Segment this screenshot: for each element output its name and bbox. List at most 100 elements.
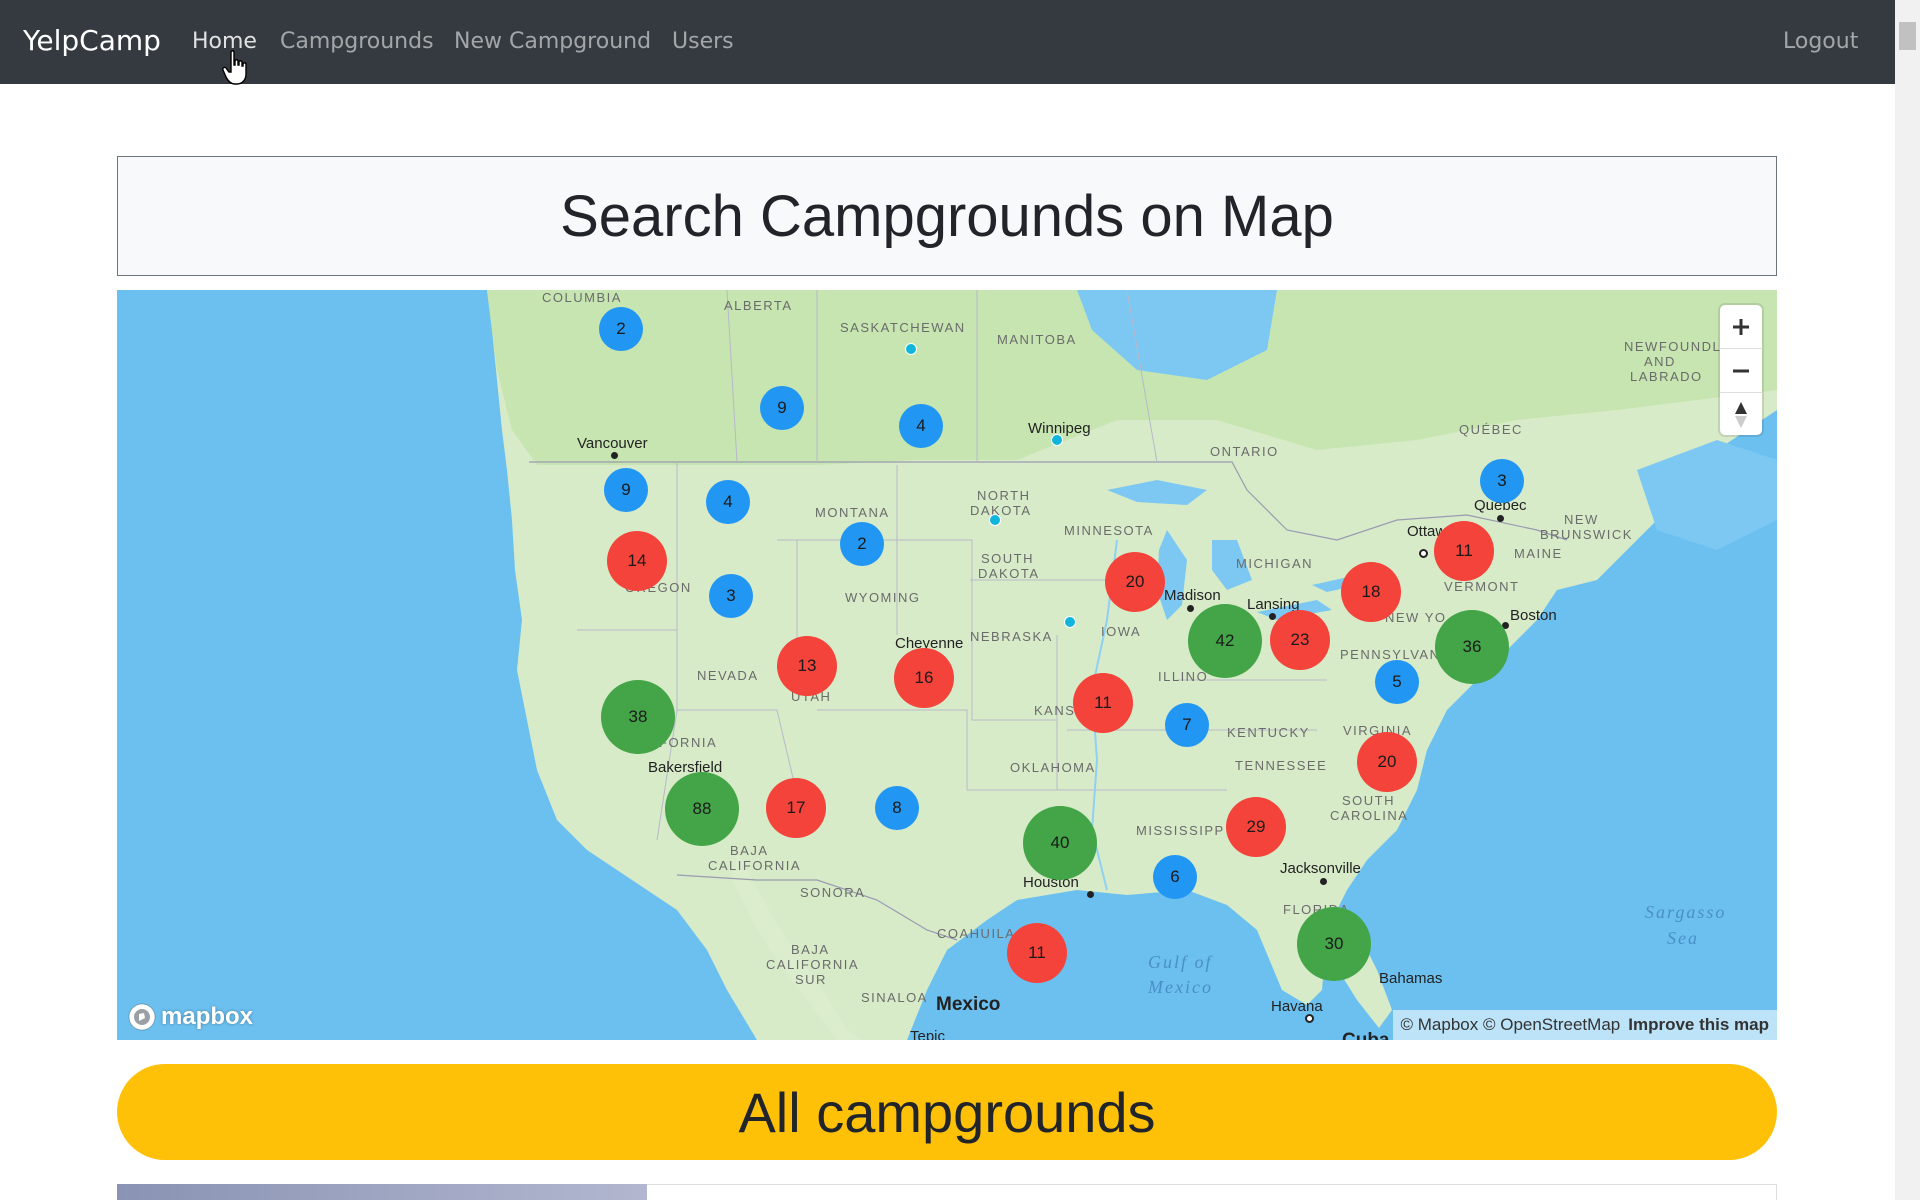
region-label: KENTUCKY — [1227, 725, 1310, 740]
cluster-marker[interactable]: 4 — [706, 480, 750, 524]
zoom-out-button[interactable] — [1720, 349, 1762, 393]
region-label: SOUTH — [1342, 793, 1395, 808]
region-label: DAKOTA — [978, 566, 1040, 581]
brand-logo[interactable]: YelpCamp — [23, 24, 161, 57]
cluster-marker[interactable]: 38 — [601, 680, 675, 754]
region-label: IOWA — [1101, 624, 1142, 639]
city-dot — [1187, 605, 1194, 612]
water-label: Mexico — [1148, 977, 1213, 997]
water-label: Gulf of — [1148, 952, 1213, 972]
cluster-marker[interactable]: 20 — [1105, 552, 1165, 612]
region-label: QUÉBEC — [1459, 422, 1523, 437]
region-label: CALIFORNIA — [708, 858, 802, 873]
cluster-marker[interactable]: 8 — [875, 786, 919, 830]
cluster-marker[interactable]: 9 — [604, 468, 648, 512]
city-label: Boston — [1510, 607, 1557, 624]
region-label: DAKOTA — [970, 503, 1032, 518]
region-label: BAJA — [730, 843, 769, 858]
mapbox-logo-text: mapbox — [161, 1003, 254, 1030]
unclustered-point[interactable] — [989, 514, 1001, 526]
region-label: TENNESSEE — [1235, 758, 1328, 773]
city-dot — [1269, 613, 1276, 620]
attribution-text[interactable]: © Mapbox © OpenStreetMap — [1401, 1015, 1621, 1035]
cluster-marker[interactable]: 3 — [1480, 459, 1524, 503]
region-label: AND — [1644, 354, 1676, 369]
city-label: Havana — [1271, 998, 1323, 1015]
nav-link-users[interactable]: Users — [672, 29, 734, 54]
cluster-marker[interactable]: 14 — [607, 531, 667, 591]
capital-dot — [1305, 1014, 1314, 1023]
region-label: SINALOA — [861, 990, 928, 1005]
water-label: Sargasso — [1645, 902, 1727, 922]
unclustered-point[interactable] — [1051, 434, 1063, 446]
city-label: Tepic — [910, 1028, 946, 1040]
logout-link[interactable]: Logout — [1783, 29, 1858, 54]
campground-card-image — [117, 1184, 647, 1200]
city-dot — [611, 452, 618, 459]
region-label: CALIFORNIA — [766, 957, 860, 972]
region-label: VERMONT — [1444, 579, 1520, 594]
region-label: MICHIGAN — [1236, 556, 1313, 571]
cluster-marker[interactable]: 88 — [665, 772, 739, 846]
unclustered-point[interactable] — [905, 343, 917, 355]
mapbox-logo[interactable]: mapbox — [127, 1002, 253, 1032]
scrollbar-thumb[interactable] — [1899, 22, 1916, 50]
region-label: NEW — [1564, 512, 1599, 527]
map-title: Search Campgrounds on Map — [560, 183, 1334, 249]
cluster-marker[interactable]: 7 — [1165, 703, 1209, 747]
city-label: Jacksonville — [1280, 860, 1361, 877]
cluster-marker[interactable]: 5 — [1375, 660, 1419, 704]
cluster-marker[interactable]: 11 — [1073, 673, 1133, 733]
cluster-marker[interactable]: 36 — [1435, 610, 1509, 684]
cluster-marker[interactable]: 20 — [1357, 732, 1417, 792]
cluster-marker[interactable]: 29 — [1226, 797, 1286, 857]
cluster-marker[interactable]: 4 — [899, 404, 943, 448]
cluster-marker[interactable]: 9 — [760, 386, 804, 430]
navbar: YelpCamp Home Campgrounds New Campground… — [0, 0, 1895, 84]
cluster-marker[interactable]: 16 — [894, 648, 954, 708]
page-scrollbar[interactable] — [1895, 0, 1920, 1200]
region-label: COAHUILA — [937, 926, 1016, 941]
cluster-marker[interactable]: 30 — [1297, 907, 1371, 981]
region-label: SASKATCHEWAN — [840, 320, 966, 335]
capital-dot — [1419, 549, 1428, 558]
cluster-marker[interactable]: 18 — [1341, 562, 1401, 622]
nav-link-new-campground[interactable]: New Campground — [454, 29, 651, 54]
hand-cursor-icon — [222, 50, 247, 85]
cluster-marker[interactable]: 3 — [709, 574, 753, 618]
nav-link-campgrounds[interactable]: Campgrounds — [280, 29, 434, 54]
region-label: MISSISSIPP — [1136, 823, 1225, 838]
region-label: MAINE — [1514, 546, 1563, 561]
cluster-marker[interactable]: 17 — [766, 778, 826, 838]
cluster-marker[interactable]: 42 — [1188, 604, 1262, 678]
zoom-in-button[interactable] — [1720, 305, 1762, 349]
region-label: CAROLINA — [1330, 808, 1409, 823]
city-label: Madison — [1164, 587, 1221, 604]
map-attribution: © Mapbox © OpenStreetMap Improve this ma… — [1392, 1010, 1777, 1040]
water-label: Sea — [1667, 928, 1699, 948]
improve-map-link[interactable]: Improve this map — [1628, 1015, 1769, 1035]
minus-icon — [1733, 369, 1749, 372]
cluster-marker[interactable]: 11 — [1434, 521, 1494, 581]
region-label: WYOMING — [845, 590, 921, 605]
city-dot — [1087, 891, 1094, 898]
cluster-marker[interactable]: 2 — [840, 522, 884, 566]
cluster-marker[interactable]: 13 — [777, 636, 837, 696]
plus-icon — [1733, 318, 1749, 335]
cluster-marker[interactable]: 23 — [1270, 610, 1330, 670]
city-label: Cuba — [1342, 1030, 1390, 1040]
region-label: SOUTH — [981, 551, 1034, 566]
reset-bearing-button[interactable] — [1720, 393, 1762, 436]
cluster-map[interactable]: COLUMBIA ALBERTA SASKATCHEWAN MANITOBA O… — [117, 290, 1777, 1040]
cluster-marker[interactable]: 11 — [1007, 923, 1067, 983]
region-label: BRUNSWICK — [1540, 527, 1633, 542]
all-campgrounds-title: All campgrounds — [738, 1080, 1156, 1144]
region-label: COLUMBIA — [542, 290, 622, 305]
map-navigation-control — [1720, 305, 1762, 435]
city-label: Vancouver — [577, 435, 648, 452]
cluster-marker[interactable]: 40 — [1023, 806, 1097, 880]
cluster-marker[interactable]: 2 — [599, 307, 643, 351]
unclustered-point[interactable] — [1064, 616, 1076, 628]
cluster-marker[interactable]: 6 — [1153, 855, 1197, 899]
region-label: SONORA — [800, 885, 866, 900]
